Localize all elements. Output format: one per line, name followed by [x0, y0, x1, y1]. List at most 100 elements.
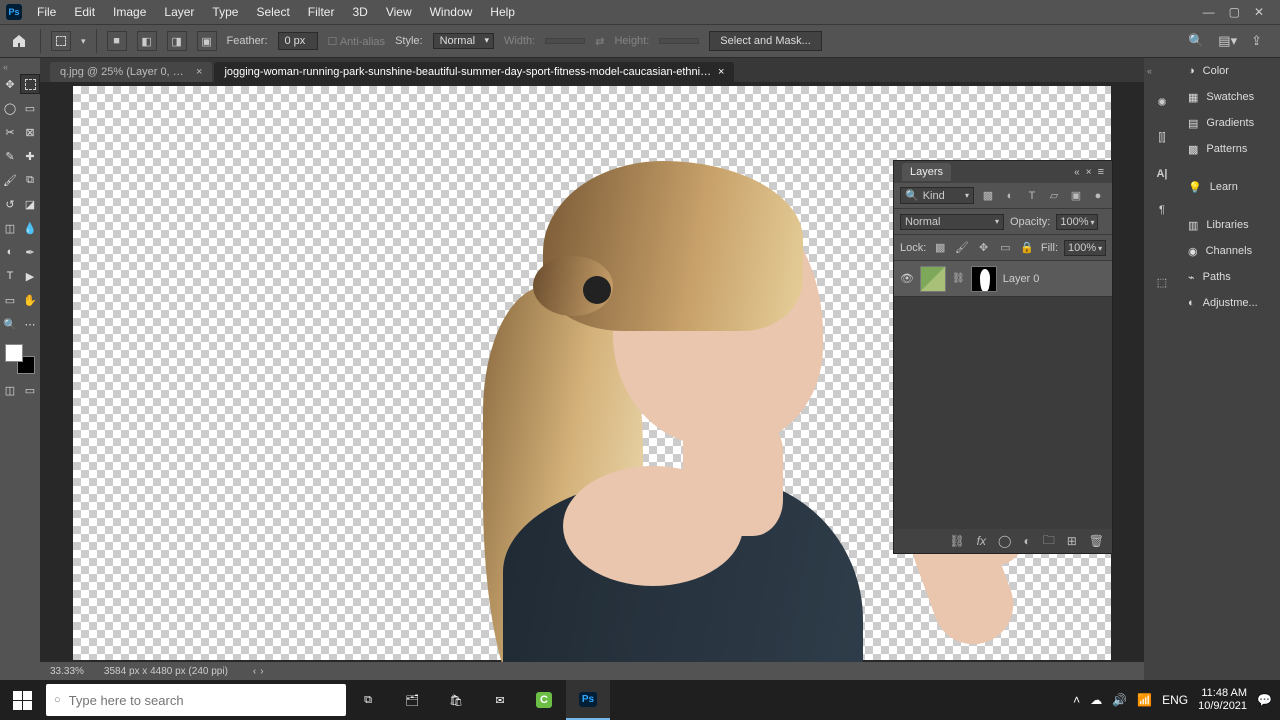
- taskbar-app-store-icon[interactable]: 🛍: [434, 680, 478, 720]
- layer-name[interactable]: Layer 0: [1003, 273, 1040, 285]
- lock-transparency-icon[interactable]: ▩: [932, 241, 948, 255]
- new-layer-icon[interactable]: ⊞: [1067, 534, 1077, 548]
- filter-type-icon[interactable]: T: [1024, 189, 1040, 203]
- select-and-mask-button[interactable]: Select and Mask...: [709, 31, 822, 51]
- filter-pixel-icon[interactable]: ▩: [980, 189, 996, 203]
- share-icon[interactable]: ⇪: [1251, 33, 1262, 49]
- minimize-icon[interactable]: —: [1203, 5, 1215, 19]
- panel-swatches[interactable]: ▦Swatches: [1180, 84, 1280, 110]
- layer-visibility-icon[interactable]: 👁: [900, 272, 914, 285]
- quick-mask-icon[interactable]: ◫: [0, 380, 20, 400]
- taskbar-app-camtasia-icon[interactable]: C: [522, 680, 566, 720]
- histogram-icon[interactable]: ⫿⫿: [1152, 128, 1172, 148]
- lock-position-icon[interactable]: ✥: [976, 241, 992, 255]
- hand-tool-icon[interactable]: ✋: [20, 290, 40, 310]
- layer-filter-kind-select[interactable]: 🔍 Kind: [900, 187, 974, 204]
- tray-language[interactable]: ENG: [1162, 693, 1188, 707]
- crop-tool-icon[interactable]: ✂: [0, 122, 20, 142]
- maximize-icon[interactable]: ▢: [1229, 5, 1240, 19]
- panel-paths[interactable]: ⌁Paths: [1180, 264, 1280, 290]
- start-button[interactable]: [0, 680, 44, 720]
- status-next-icon[interactable]: ›: [260, 666, 263, 677]
- fill-input[interactable]: 100%: [1064, 240, 1106, 256]
- tray-wifi-icon[interactable]: 📶: [1137, 693, 1152, 707]
- tab-close-icon[interactable]: ×: [196, 66, 202, 78]
- panel-libraries[interactable]: ▥Libraries: [1180, 212, 1280, 238]
- path-selection-tool-icon[interactable]: ▶: [20, 266, 40, 286]
- feather-input[interactable]: 0 px: [278, 32, 318, 50]
- tray-volume-icon[interactable]: 🔊: [1112, 693, 1127, 707]
- menu-image[interactable]: Image: [104, 2, 155, 22]
- eraser-tool-icon[interactable]: ◪: [20, 194, 40, 214]
- layers-panel-titlebar[interactable]: Layers « × ≡: [894, 161, 1112, 183]
- layers-panel[interactable]: Layers « × ≡ 🔍 Kind ▩ ◐ T ▱ ▣ ● Normal O…: [893, 160, 1113, 554]
- clone-stamp-tool-icon[interactable]: ⧉: [20, 170, 40, 190]
- lock-image-icon[interactable]: 🖌: [954, 241, 970, 255]
- character-icon[interactable]: A|: [1152, 164, 1172, 184]
- layer-fx-icon[interactable]: fx: [977, 534, 986, 548]
- selection-subtract-icon[interactable]: ◨: [167, 31, 187, 51]
- marquee-tool-preset-icon[interactable]: [51, 31, 71, 51]
- lock-all-icon[interactable]: 🔒: [1019, 241, 1035, 255]
- document-tab[interactable]: q.jpg @ 25% (Layer 0, RG... ×: [50, 62, 212, 82]
- tray-expand-icon[interactable]: ˄: [1073, 693, 1080, 707]
- filter-toggle-icon[interactable]: ●: [1090, 189, 1106, 203]
- dodge-tool-icon[interactable]: ◐: [0, 242, 20, 262]
- tray-onedrive-icon[interactable]: ☁: [1090, 693, 1102, 707]
- toolbox-expand-icon[interactable]: «: [0, 62, 11, 72]
- filter-shape-icon[interactable]: ▱: [1046, 189, 1062, 203]
- task-view-icon[interactable]: ⧉: [346, 680, 390, 720]
- panel-learn[interactable]: 💡Learn: [1180, 174, 1280, 200]
- foreground-color-swatch[interactable]: [5, 344, 23, 362]
- menu-select[interactable]: Select: [247, 2, 298, 22]
- taskbar-clock[interactable]: 11:48 AM 10/9/2021: [1198, 687, 1247, 713]
- selection-add-icon[interactable]: ◧: [137, 31, 157, 51]
- zoom-level[interactable]: 33.33%: [50, 666, 84, 677]
- frame-tool-icon[interactable]: ⊠: [20, 122, 40, 142]
- close-icon[interactable]: ✕: [1254, 5, 1264, 19]
- search-icon[interactable]: 🔍: [1188, 33, 1204, 49]
- type-tool-icon[interactable]: T: [0, 266, 20, 286]
- paragraph-icon[interactable]: ¶: [1152, 200, 1172, 220]
- new-adjustment-icon[interactable]: ◐: [1023, 534, 1030, 548]
- panel-menu-icon[interactable]: ≡: [1098, 166, 1104, 178]
- filter-adjustment-icon[interactable]: ◐: [1002, 189, 1018, 203]
- taskbar-search[interactable]: ○: [46, 684, 346, 716]
- panel-adjustments[interactable]: ◐Adjustme...: [1180, 290, 1280, 316]
- zoom-tool-icon[interactable]: 🔍: [0, 314, 20, 334]
- taskbar-app-mail-icon[interactable]: ✉: [478, 680, 522, 720]
- tray-notifications-icon[interactable]: 💬: [1257, 693, 1272, 707]
- object-selection-tool-icon[interactable]: ▭: [20, 98, 40, 118]
- blend-mode-select[interactable]: Normal: [900, 214, 1004, 230]
- lasso-tool-icon[interactable]: ◯: [0, 98, 20, 118]
- filter-smart-icon[interactable]: ▣: [1068, 189, 1084, 203]
- menu-filter[interactable]: Filter: [299, 2, 344, 22]
- pen-tool-icon[interactable]: ✒: [20, 242, 40, 262]
- delete-layer-icon[interactable]: 🗑: [1089, 534, 1104, 548]
- panel-patterns[interactable]: ▩Patterns: [1180, 136, 1280, 162]
- brush-tool-icon[interactable]: 🖌: [0, 170, 20, 190]
- blur-tool-icon[interactable]: 💧: [20, 218, 40, 238]
- document-tab[interactable]: jogging-woman-running-park-sunshine-beau…: [214, 62, 734, 82]
- home-icon[interactable]: [8, 30, 30, 52]
- edit-toolbar-icon[interactable]: ⋯: [20, 314, 40, 334]
- taskbar-app-explorer-icon[interactable]: 🗂: [390, 680, 434, 720]
- menu-file[interactable]: File: [28, 2, 65, 22]
- foreground-background-swatch[interactable]: [5, 344, 35, 374]
- style-select[interactable]: Normal: [433, 33, 494, 49]
- selection-intersect-icon[interactable]: ▣: [197, 31, 217, 51]
- menu-view[interactable]: View: [377, 2, 421, 22]
- lock-artboard-icon[interactable]: ▭: [997, 241, 1013, 255]
- opacity-input[interactable]: 100%: [1056, 214, 1098, 230]
- menu-help[interactable]: Help: [481, 2, 524, 22]
- layer-thumbnail[interactable]: [920, 266, 946, 292]
- screen-mode-icon[interactable]: ▭: [20, 380, 40, 400]
- menu-3d[interactable]: 3D: [343, 2, 376, 22]
- panel-channels[interactable]: ◉Channels: [1180, 238, 1280, 264]
- taskbar-search-input[interactable]: [69, 693, 338, 708]
- layer-mask-thumbnail[interactable]: [971, 266, 997, 292]
- arrange-documents-icon[interactable]: ▤▾: [1218, 33, 1237, 49]
- rectangle-tool-icon[interactable]: ▭: [0, 290, 20, 310]
- gradient-tool-icon[interactable]: ◫: [0, 218, 20, 238]
- menu-type[interactable]: Type: [203, 2, 247, 22]
